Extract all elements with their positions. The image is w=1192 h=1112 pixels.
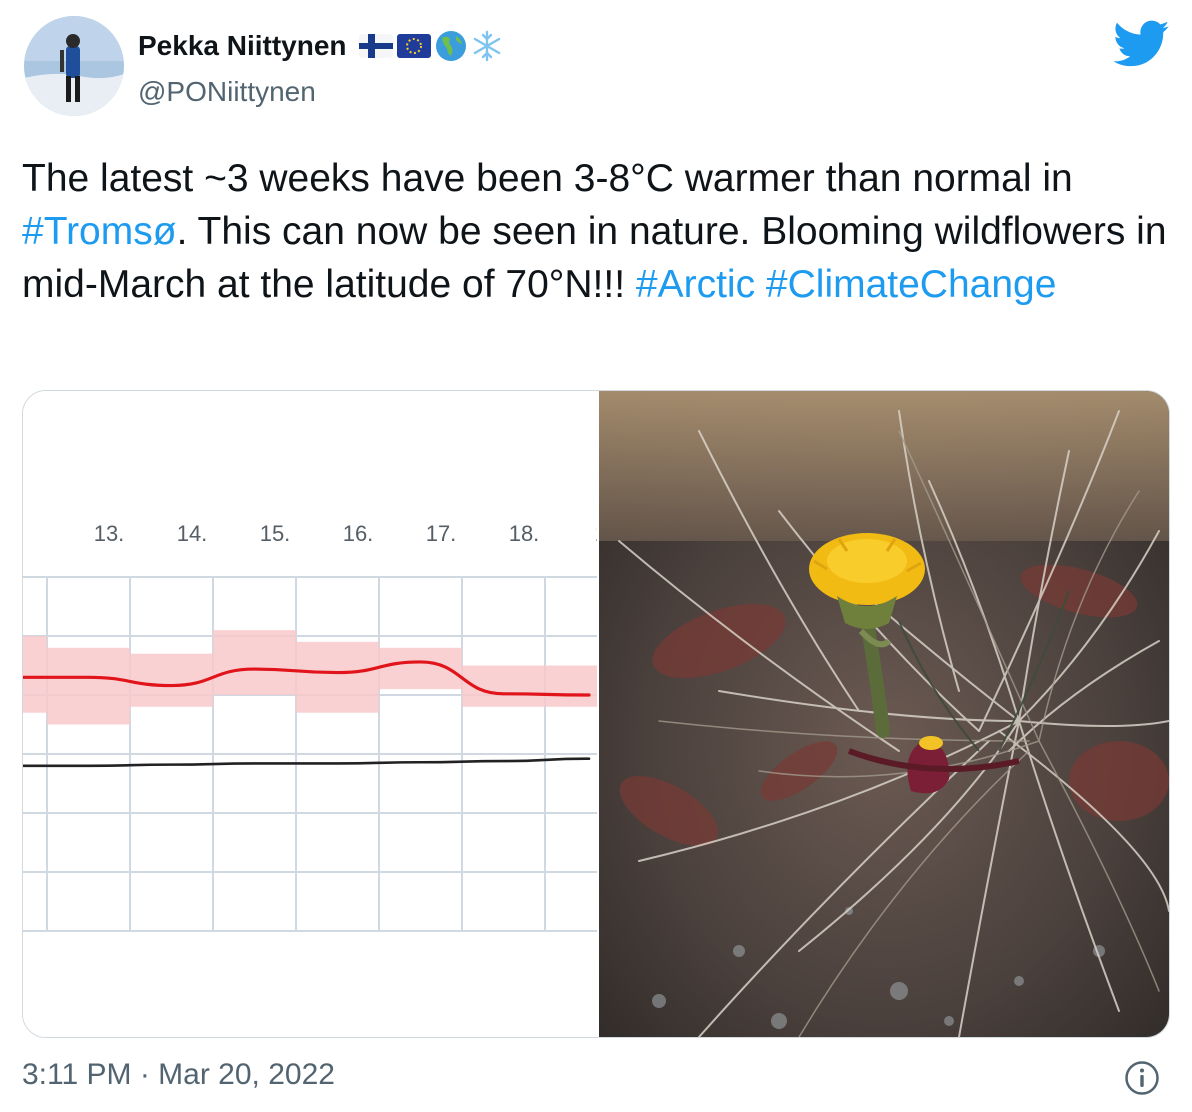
range-band <box>47 647 130 725</box>
x-tick-label: 18. <box>509 521 540 546</box>
x-tick-label: 19 <box>595 521 597 546</box>
twitter-bird-icon[interactable] <box>1114 20 1170 68</box>
hashtag-link[interactable]: #Tromsø <box>22 210 177 253</box>
x-tick-label: 14. <box>177 521 208 546</box>
wildflower-photo[interactable] <box>599 391 1169 1037</box>
snowflake-icon <box>473 30 500 62</box>
info-icon[interactable] <box>1124 1060 1160 1096</box>
eu-flag-icon <box>396 34 431 58</box>
range-band <box>213 630 296 695</box>
x-tick-label: 16. <box>343 521 374 546</box>
tweet-text-segment <box>755 263 766 306</box>
profile-emojis <box>358 30 503 62</box>
tweet-media[interactable]: 13. 14. 15. 16. 17. 18. 19 <box>22 390 1170 1038</box>
earth-americas-icon <box>435 31 466 61</box>
range-band <box>23 636 47 713</box>
avatar-image <box>24 16 124 116</box>
author-name[interactable]: Pekka Niittynen <box>138 30 347 62</box>
tweet-text-segment: The latest ~3 weeks have been 3-8°C warm… <box>22 157 1073 200</box>
author-name-row[interactable]: Pekka Niittynen <box>138 30 503 62</box>
finland-flag-icon <box>358 34 393 58</box>
author-handle[interactable]: @PONiittynen <box>138 76 316 108</box>
weather-chart-image[interactable]: 13. 14. 15. 16. 17. 18. 19 <box>23 391 629 1037</box>
x-tick-label: 17. <box>426 521 457 546</box>
tweet-timestamp[interactable]: 3:11 PM · Mar 20, 2022 <box>22 1058 335 1092</box>
hashtag-link[interactable]: #ClimateChange <box>766 263 1057 306</box>
temperature-chart: 13. 14. 15. 16. 17. 18. 19 <box>23 521 629 932</box>
wildflower-photo-image <box>599 391 1169 1037</box>
x-tick-label: 13. <box>94 521 125 546</box>
avatar[interactable] <box>24 16 124 116</box>
x-tick-label: 15. <box>260 521 291 546</box>
range-band <box>545 665 597 707</box>
tweet-text: The latest ~3 weeks have been 3-8°C warm… <box>22 152 1172 311</box>
hashtag-link[interactable]: #Arctic <box>636 263 755 306</box>
range-band <box>296 641 379 713</box>
normal-temperature-line <box>23 757 591 768</box>
